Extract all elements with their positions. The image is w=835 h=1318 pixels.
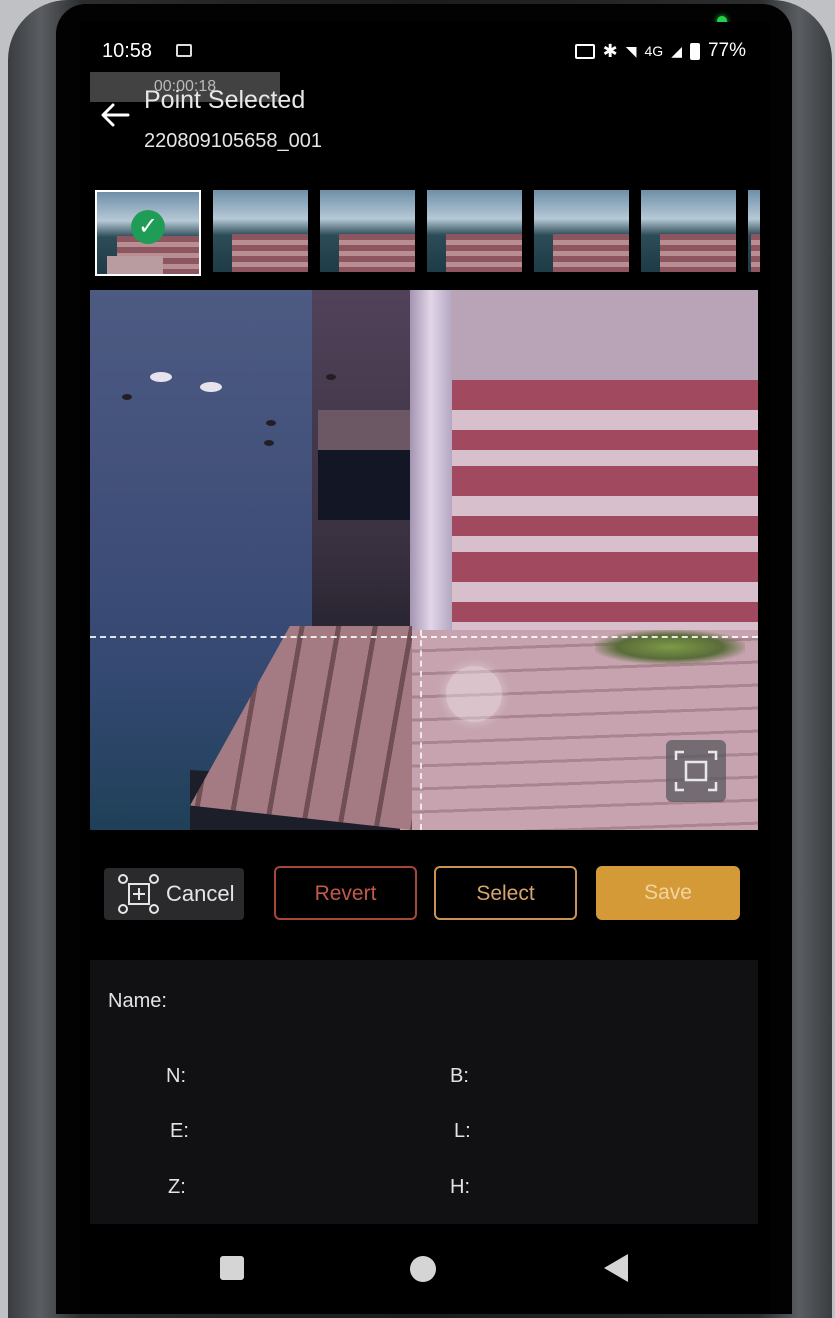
frame-thumbnail[interactable] [748, 190, 760, 272]
phone-screen: 10:58 ✱ ◥ 4G ◢ 77% 00:00:18 Point Select… [80, 22, 770, 1312]
cancel-label: Cancel [166, 881, 235, 906]
b-label: B: [450, 1065, 469, 1087]
h-label: H: [450, 1176, 470, 1198]
select-point-icon [118, 874, 159, 914]
status-time: 10:58 [102, 40, 153, 62]
back-icon[interactable] [604, 1254, 628, 1282]
frame-thumbnail[interactable] [641, 190, 736, 272]
check-icon: ✓ [131, 210, 165, 244]
save-button[interactable]: Save [596, 866, 740, 920]
screenshot-icon [176, 44, 192, 57]
action-bar: Cancel Revert Select Save [80, 860, 770, 924]
page-title: Point Selected [144, 86, 306, 114]
select-button[interactable]: Select [434, 866, 577, 920]
system-nav-bar [80, 1232, 770, 1312]
photo-viewer[interactable] [90, 290, 758, 830]
name-label: Name: [108, 990, 167, 1012]
frame-thumbnail[interactable]: ✓ [95, 190, 201, 276]
bluetooth-icon: ✱ [602, 40, 618, 61]
swan [150, 372, 172, 382]
fullscreen-button[interactable] [666, 740, 726, 802]
vertical-guide-line [420, 630, 422, 830]
frame-thumbnail[interactable] [320, 190, 415, 272]
signal-icon: ◢ [671, 42, 682, 59]
status-icons: ✱ ◥ 4G ◢ 77% [574, 40, 746, 62]
n-label: N: [166, 1065, 186, 1087]
recent-apps-icon[interactable] [220, 1256, 244, 1280]
e-label: E: [170, 1120, 189, 1142]
frame-thumbnail[interactable] [213, 190, 308, 272]
cancel-button[interactable]: Cancel [104, 868, 244, 920]
cast-icon [574, 43, 595, 59]
frame-thumbnail[interactable] [534, 190, 629, 272]
record-id: 220809105658_001 [144, 130, 322, 152]
fullscreen-icon [674, 750, 718, 792]
network-type: 4G [644, 43, 664, 59]
l-label: L: [454, 1120, 471, 1142]
battery-level: 77% [707, 40, 746, 61]
frame-thumbnail[interactable] [427, 190, 522, 272]
battery-icon [689, 42, 700, 60]
horizontal-guide-line [90, 636, 758, 638]
frame-thumbnail-strip: ✓ [95, 190, 760, 278]
z-label: Z: [168, 1176, 186, 1198]
wifi-icon: ◥ [625, 42, 637, 59]
swan [200, 382, 222, 392]
point-info-panel: Name: N: E: Z: B: L: H: [90, 960, 758, 1224]
back-arrow-icon[interactable] [98, 98, 132, 132]
revert-button[interactable]: Revert [274, 866, 417, 920]
home-icon[interactable] [410, 1256, 436, 1282]
selection-cursor[interactable] [446, 666, 502, 722]
